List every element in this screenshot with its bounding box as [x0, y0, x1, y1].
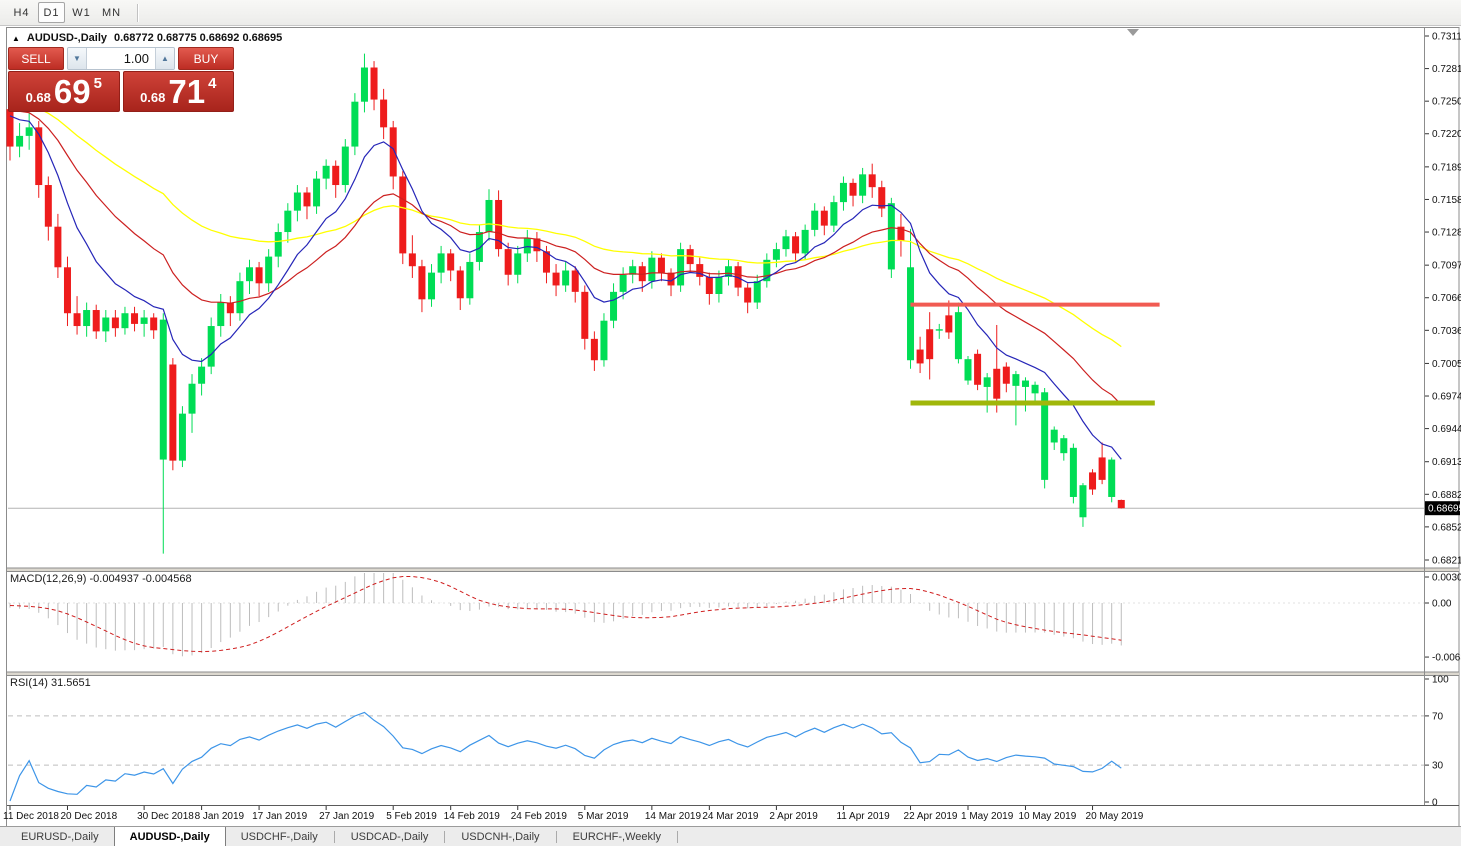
svg-text:0.73115: 0.73115	[1432, 32, 1461, 43]
svg-text:1 May 2019: 1 May 2019	[961, 811, 1014, 822]
buy-button[interactable]: BUY	[178, 47, 234, 70]
svg-text:14 Feb 2019: 14 Feb 2019	[444, 811, 501, 822]
svg-text:0.72810: 0.72810	[1432, 64, 1461, 75]
svg-text:0.70665: 0.70665	[1432, 293, 1461, 304]
rsi-indicator-label: RSI(14) 31.5651	[10, 677, 91, 689]
svg-text:17 Jan 2019: 17 Jan 2019	[252, 811, 307, 822]
one-click-trading-panel: SELL ▼ ▲ BUY 0.68 69 5 0.68 71 4	[8, 47, 234, 112]
panel-splitter-2[interactable]	[7, 672, 1459, 676]
timeframe-button-mn[interactable]: MN	[98, 2, 125, 23]
timeframe-button-d1[interactable]: D1	[38, 2, 65, 23]
toolbar-separator	[137, 3, 139, 22]
tab-audusd--daily[interactable]: AUDUSD-,Daily	[113, 827, 226, 846]
buy-price-pip: 4	[208, 75, 217, 92]
svg-text:70: 70	[1432, 711, 1444, 722]
buy-price-prefix: 0.68	[140, 90, 166, 105]
volume-decrease-icon[interactable]: ▼	[68, 48, 87, 69]
svg-text:0.71585: 0.71585	[1432, 195, 1461, 206]
tab-eurusd--daily[interactable]: EURUSD-,Daily	[6, 827, 114, 846]
svg-text:0.70360: 0.70360	[1432, 326, 1461, 337]
svg-text:5 Feb 2019: 5 Feb 2019	[386, 811, 437, 822]
svg-text:0.70970: 0.70970	[1432, 261, 1461, 272]
buy-price-big: 71	[168, 73, 206, 110]
svg-text:5 Mar 2019: 5 Mar 2019	[578, 811, 629, 822]
svg-text:10 May 2019: 10 May 2019	[1018, 811, 1076, 822]
tab-usdchf--daily[interactable]: USDCHF-,Daily	[225, 827, 333, 846]
macd-indicator-label: MACD(12,26,9) -0.004937 -0.004568	[10, 573, 192, 585]
timeframe-toolbar: H4 D1 W1 MN	[0, 0, 1461, 26]
svg-text:22 Apr 2019: 22 Apr 2019	[904, 811, 958, 822]
svg-text:100: 100	[1432, 675, 1449, 686]
buy-price-display[interactable]: 0.68 71 4	[122, 71, 234, 112]
svg-text:2 Apr 2019: 2 Apr 2019	[769, 811, 818, 822]
svg-text:0.72505: 0.72505	[1432, 97, 1461, 108]
volume-spinner: ▼ ▲	[67, 47, 175, 70]
timeframe-button-h4[interactable]: H4	[8, 2, 35, 23]
svg-text:14 Mar 2019: 14 Mar 2019	[645, 811, 702, 822]
symbol-tab-bar: EURUSD-,Daily AUDUSD-,Daily USDCHF-,Daily U…	[0, 826, 1461, 846]
window-body	[0, 25, 1461, 845]
sell-price-prefix: 0.68	[25, 90, 51, 105]
ohlc-values: 0.68772 0.68775 0.68692 0.68695	[114, 32, 283, 44]
volume-input[interactable]	[87, 48, 155, 69]
svg-text:8 Jan 2019: 8 Jan 2019	[195, 811, 245, 822]
svg-text:11 Apr 2019: 11 Apr 2019	[836, 811, 890, 822]
svg-text:0.00: 0.00	[1432, 599, 1452, 610]
symbol-period-label: AUDUSD-,Daily	[26, 32, 107, 44]
rsi-name: RSI(14)	[10, 677, 48, 689]
svg-text:0.69130: 0.69130	[1432, 457, 1461, 468]
macd-main-value: -0.004937	[89, 573, 140, 585]
svg-text:0.71890: 0.71890	[1432, 162, 1461, 173]
svg-text:0.70050: 0.70050	[1432, 359, 1461, 370]
svg-text:0.72200: 0.72200	[1432, 129, 1461, 140]
volume-increase-icon[interactable]: ▲	[155, 48, 174, 69]
panel-splitter-1[interactable]	[7, 568, 1459, 572]
svg-text:0.68520: 0.68520	[1432, 522, 1461, 533]
svg-text:24 Feb 2019: 24 Feb 2019	[511, 811, 568, 822]
svg-text:0.68825: 0.68825	[1432, 490, 1461, 501]
svg-text:30: 30	[1432, 761, 1444, 772]
tab-separator	[333, 830, 335, 843]
svg-text:0.003035: 0.003035	[1432, 573, 1461, 584]
tab-separator	[676, 830, 678, 843]
sell-price-pip: 5	[93, 75, 102, 92]
sell-button[interactable]: SELL	[8, 47, 64, 70]
chart-title: ▲ AUDUSD-,Daily 0.68772 0.68775 0.68692 …	[12, 32, 282, 44]
macd-signal-value: -0.004568	[142, 573, 192, 585]
svg-text:11 Dec 2018: 11 Dec 2018	[3, 811, 59, 822]
svg-text:0.68210: 0.68210	[1432, 556, 1461, 567]
svg-text:30 Dec 2018: 30 Dec 2018	[137, 811, 194, 822]
svg-text:0.69440: 0.69440	[1432, 424, 1461, 435]
tab-separator	[555, 830, 557, 843]
svg-text:0.71280: 0.71280	[1432, 228, 1461, 239]
chart-canvas[interactable]: 0.73115 0.72810 0.72505 0.72200 0.71890 0.715…	[0, 0, 1461, 845]
svg-text:20 May 2019: 20 May 2019	[1086, 811, 1144, 822]
tab-separator	[444, 830, 446, 843]
svg-text:27 Jan 2019: 27 Jan 2019	[319, 811, 374, 822]
svg-text:24 Mar 2019: 24 Mar 2019	[702, 811, 759, 822]
tab-usdcnh--daily[interactable]: USDCNH-,Daily	[446, 827, 555, 846]
svg-text:0: 0	[1432, 798, 1438, 809]
svg-text:0.69745: 0.69745	[1432, 392, 1461, 403]
svg-text:20 Dec 2018: 20 Dec 2018	[60, 811, 117, 822]
sell-price-big: 69	[53, 73, 91, 110]
svg-text:-0.00631: -0.00631	[1432, 653, 1461, 664]
tab-usdcad--daily[interactable]: USDCAD-,Daily	[335, 827, 444, 846]
timeframe-button-w1[interactable]: W1	[68, 2, 95, 23]
macd-name: MACD(12,26,9)	[10, 573, 87, 585]
sell-price-display[interactable]: 0.68 69 5	[8, 71, 120, 112]
tab-eurchf--weekly[interactable]: EURCHF-,Weekly	[557, 827, 676, 846]
rsi-value: 31.5651	[50, 677, 91, 689]
svg-text:0.68695: 0.68695	[1428, 504, 1461, 515]
one-click-collapse-icon[interactable]: ▲	[12, 34, 20, 43]
